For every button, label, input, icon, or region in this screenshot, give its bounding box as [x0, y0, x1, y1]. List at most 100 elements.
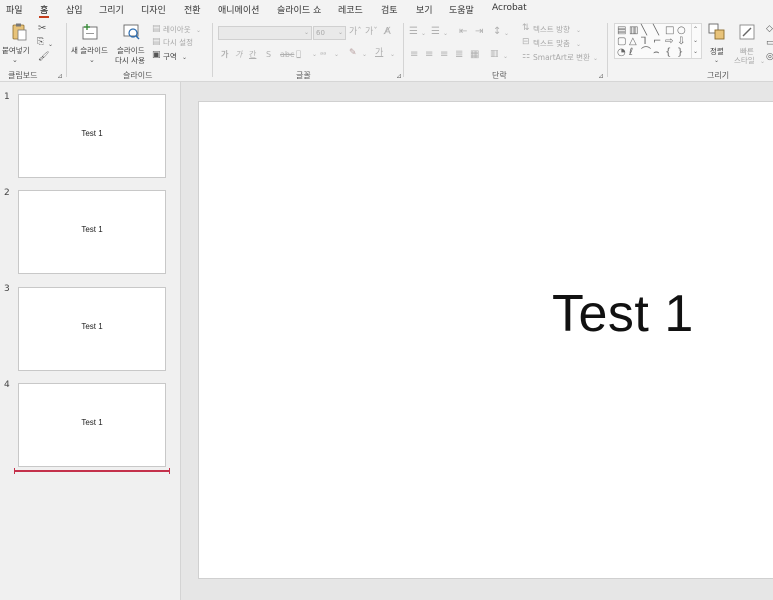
- rounded-rect-shape-icon[interactable]: ▢: [617, 37, 626, 47]
- quick-styles-label-2[interactable]: 스타일: [734, 55, 755, 66]
- underline-icon[interactable]: 간: [249, 49, 256, 60]
- brace-right-shape-icon[interactable]: }: [677, 48, 683, 58]
- clear-formatting-icon[interactable]: A̸: [384, 26, 391, 37]
- rectangle-shape-icon[interactable]: □: [665, 26, 674, 36]
- decrease-font-size-icon[interactable]: 가ˇ: [365, 27, 378, 38]
- reuse-slides-icon[interactable]: [122, 23, 140, 41]
- bullets-icon[interactable]: ☰: [409, 26, 418, 37]
- curve-shape-icon[interactable]: ⌢: [653, 48, 660, 58]
- paragraph-launcher-icon[interactable]: ⊿: [598, 72, 604, 80]
- slide-thumbnail-1[interactable]: Test 1: [18, 94, 166, 178]
- chevron-down-icon[interactable]: ⌄: [504, 28, 509, 39]
- layout-dropdown-icon[interactable]: ⌄: [196, 25, 201, 36]
- tab-file[interactable]: 파일: [6, 3, 23, 16]
- columns-icon[interactable]: ▥: [490, 49, 499, 60]
- tab-transitions[interactable]: 전환: [184, 3, 201, 16]
- chevron-down-icon[interactable]: ⌄: [576, 25, 581, 36]
- textbox-shape-icon[interactable]: ▤: [617, 26, 626, 36]
- chevron-down-icon[interactable]: ⌄: [503, 51, 508, 62]
- increase-font-size-icon[interactable]: 가ˆ: [349, 27, 362, 38]
- format-painter-icon[interactable]: 🖌: [38, 52, 49, 63]
- chevron-down-icon[interactable]: ⌄: [714, 55, 719, 66]
- chevron-down-icon[interactable]: ⌄: [760, 56, 765, 67]
- copy-icon[interactable]: ⎘: [37, 37, 44, 48]
- triangle-shape-icon[interactable]: △: [629, 37, 637, 47]
- increase-indent-icon[interactable]: ⇥: [475, 26, 483, 37]
- gallery-more-icon[interactable]: ⌄: [693, 47, 698, 57]
- freeform-shape-icon[interactable]: ℓ: [629, 48, 633, 58]
- tab-draw[interactable]: 그리기: [99, 3, 124, 16]
- reuse-slides-label-2[interactable]: 다시 사용: [115, 55, 145, 66]
- clipboard-launcher-icon[interactable]: ⊿: [57, 72, 63, 80]
- tab-record[interactable]: 레코드: [338, 3, 363, 16]
- tab-acrobat[interactable]: Acrobat: [492, 3, 527, 13]
- slide-thumbnail-2[interactable]: Test 1: [18, 190, 166, 274]
- align-text-button[interactable]: 텍스트 맞춤: [533, 38, 570, 49]
- font-name-combo[interactable]: ⌄: [218, 26, 312, 40]
- tab-review[interactable]: 검토: [381, 3, 398, 16]
- bold-icon[interactable]: 가: [221, 49, 228, 60]
- arrange-icon[interactable]: [708, 23, 726, 41]
- shape-outline-icon[interactable]: ▭: [766, 38, 773, 49]
- reset-icon[interactable]: ▤: [152, 37, 161, 48]
- paste-dropdown-icon[interactable]: ⌄: [12, 55, 18, 66]
- vertical-textbox-shape-icon[interactable]: ▥: [629, 26, 638, 36]
- font-launcher-icon[interactable]: ⊿: [396, 72, 402, 80]
- layout-icon[interactable]: ▤: [152, 24, 161, 35]
- align-right-icon[interactable]: ≡: [440, 49, 448, 60]
- shadow-icon[interactable]: S: [266, 49, 271, 60]
- gallery-scroll[interactable]: ⌃ ⌄ ⌄: [691, 24, 701, 58]
- section-icon[interactable]: ▣: [152, 50, 161, 61]
- font-color-icon[interactable]: 가: [375, 48, 383, 59]
- change-case-icon[interactable]: ᵃᵃ: [320, 49, 326, 60]
- elbow-shape-icon[interactable]: ⌐: [653, 37, 661, 47]
- numbering-icon[interactable]: ☰: [431, 26, 440, 37]
- slide-thumbnail-pane[interactable]: 1 Test 1 2 Test 1 3 Test 1 4 Test 1: [0, 82, 181, 600]
- strikethrough-icon[interactable]: abc: [280, 49, 294, 60]
- tab-view[interactable]: 보기: [416, 3, 433, 16]
- smartart-icon[interactable]: ⚏: [522, 51, 530, 62]
- highlight-icon[interactable]: ✎: [349, 48, 357, 59]
- distribute-icon[interactable]: ▦: [470, 49, 479, 60]
- line-spacing-icon[interactable]: ↕: [493, 26, 501, 37]
- paste-icon[interactable]: [10, 23, 28, 41]
- tab-design[interactable]: 디자인: [141, 3, 166, 16]
- font-size-combo[interactable]: 60 ⌄: [313, 26, 346, 40]
- shape-effects-icon[interactable]: ◎: [766, 52, 773, 63]
- align-center-icon[interactable]: ≡: [425, 49, 433, 60]
- chevron-up-icon[interactable]: ⌃: [693, 25, 698, 35]
- chevron-down-icon[interactable]: ⌄: [693, 36, 698, 46]
- line-shape-icon[interactable]: ╲: [653, 26, 659, 36]
- shape-fill-icon[interactable]: ◇: [766, 24, 773, 35]
- line-shape-icon[interactable]: ╲: [641, 26, 647, 36]
- new-slide-dropdown-icon[interactable]: ⌄: [89, 55, 95, 66]
- arc-shape-icon[interactable]: ⌒: [641, 48, 651, 58]
- chevron-down-icon[interactable]: ⌄: [362, 49, 367, 60]
- cut-icon[interactable]: ✂: [38, 23, 46, 34]
- convert-to-smartart-button[interactable]: SmartArt로 변환: [533, 52, 590, 63]
- slide-thumbnail-3[interactable]: Test 1: [18, 287, 166, 371]
- arrow-right-shape-icon[interactable]: ⇨: [665, 37, 673, 47]
- chevron-down-icon[interactable]: ⌄: [576, 39, 581, 50]
- tab-animations[interactable]: 애니메이션: [218, 3, 259, 16]
- quick-styles-icon[interactable]: [738, 23, 756, 41]
- text-direction-icon[interactable]: ⇅: [522, 23, 530, 34]
- align-left-icon[interactable]: ≡: [410, 49, 418, 60]
- text-direction-button[interactable]: 텍스트 방향: [533, 24, 570, 35]
- tab-home[interactable]: 홈: [38, 3, 50, 18]
- section-button[interactable]: 구역: [163, 51, 177, 62]
- chevron-down-icon[interactable]: ⌄: [443, 28, 448, 39]
- tab-insert[interactable]: 삽입: [66, 3, 83, 16]
- shapes-gallery[interactable]: ▤ ▥ ╲ ╲ □ ○ ▢ △ ⅂ ⌐ ⇨ ⇩ ◔ ℓ ⌒ ⌢ { } ⌃ ⌄ …: [614, 23, 702, 59]
- character-spacing-icon[interactable]: 갈̲: [296, 48, 301, 59]
- new-slide-icon[interactable]: [81, 23, 99, 41]
- chevron-down-icon[interactable]: ⌄: [390, 49, 395, 60]
- justify-icon[interactable]: ≣: [455, 49, 463, 60]
- connector-shape-icon[interactable]: ⅂: [641, 37, 647, 47]
- copy-dropdown-icon[interactable]: ⌄: [48, 39, 53, 50]
- slide-editor[interactable]: Test 1: [182, 82, 773, 600]
- arrow-down-shape-icon[interactable]: ⇩: [677, 37, 685, 47]
- align-text-icon[interactable]: ⊟: [522, 37, 530, 48]
- tab-slideshow[interactable]: 슬라이드 쇼: [277, 3, 321, 16]
- chevron-down-icon[interactable]: ⌄: [421, 28, 426, 39]
